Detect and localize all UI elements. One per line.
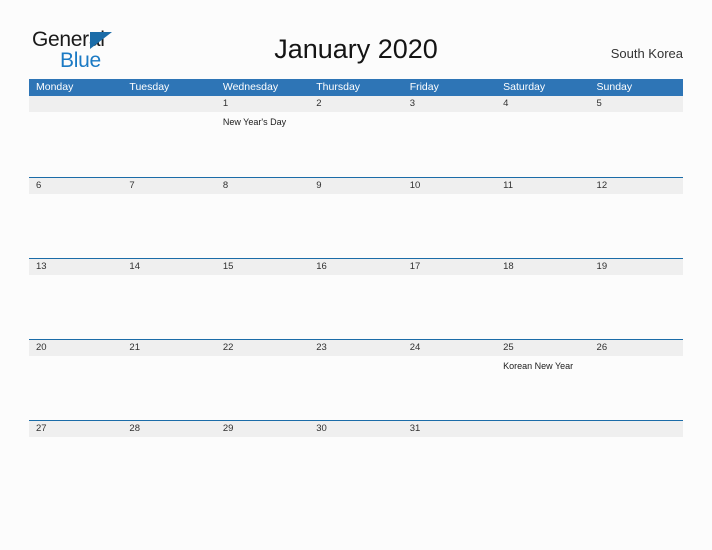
day-number[interactable]: 4: [496, 96, 589, 112]
day-number[interactable]: 30: [309, 421, 402, 437]
day-event-label: [122, 356, 215, 419]
week-event-cells: Korean New Year: [29, 356, 683, 419]
day-of-week-sunday: Sunday: [596, 81, 633, 93]
day-event-label: [590, 356, 683, 419]
week-event-cells: [29, 275, 683, 338]
day-event-label: [403, 437, 496, 500]
day-event-label: [122, 275, 215, 338]
day-event-label: [29, 437, 122, 500]
day-event-label: [590, 437, 683, 500]
day-event-label: [403, 275, 496, 338]
day-number[interactable]: 27: [29, 421, 122, 437]
week-date-numbers: 12345: [29, 96, 683, 112]
day-number[interactable]: 25: [496, 340, 589, 356]
calendar-week-row: 13 14 15 16 17 18 19: [29, 258, 683, 339]
day-event-label: [216, 275, 309, 338]
day-of-week-monday: Monday: [36, 81, 74, 93]
day-event-label: [590, 275, 683, 338]
calendar-week-row: 6 7 8 9 10 11 12: [29, 177, 683, 258]
day-number[interactable]: 7: [122, 178, 215, 194]
day-number[interactable]: 16: [309, 259, 402, 275]
day-number[interactable]: 5: [590, 96, 683, 112]
day-number[interactable]: 10: [403, 178, 496, 194]
day-of-week-thursday: Thursday: [316, 81, 361, 93]
day-event-label: [309, 112, 402, 175]
week-date-numbers: 27 28 29 30 31: [29, 421, 683, 437]
day-number[interactable]: 24: [403, 340, 496, 356]
week-event-cells: [29, 437, 683, 500]
day-number[interactable]: 2: [309, 96, 402, 112]
day-number[interactable]: [496, 421, 589, 437]
day-event-label: [29, 356, 122, 419]
calendar-weeks: 1 2 3 4 5 New Year's Day 6 7 8 9 10 11 12 13 14 15 16 17 1…: [29, 96, 683, 501]
day-event-label: [216, 356, 309, 419]
day-event-label: [496, 275, 589, 338]
day-number[interactable]: 29: [216, 421, 309, 437]
week-date-numbers: 6 7 8 9 10 11 12: [29, 178, 683, 194]
day-number[interactable]: 11: [496, 178, 589, 194]
page-title: January 2020: [274, 34, 438, 64]
calendar-week-row: 20 21 22 23 24 25 26 Korean New Year: [29, 339, 683, 420]
calendar-week-row: 1 2 3 4 5 New Year's Day: [29, 96, 683, 177]
day-of-week-wednesday: Wednesday: [222, 81, 279, 93]
day-number[interactable]: 21: [122, 340, 215, 356]
day-event-label: [403, 112, 496, 175]
day-event-label: [29, 194, 122, 257]
country-label: South Korea: [610, 46, 683, 61]
day-number[interactable]: 28: [122, 421, 215, 437]
day-number[interactable]: [122, 96, 215, 112]
day-event-label: [496, 437, 589, 500]
day-number[interactable]: 15: [216, 259, 309, 275]
day-number[interactable]: 1: [216, 96, 309, 112]
day-number[interactable]: 17: [403, 259, 496, 275]
day-number[interactable]: 9: [309, 178, 402, 194]
day-number[interactable]: 18: [496, 259, 589, 275]
day-event-label: [590, 194, 683, 257]
day-event-label: [122, 194, 215, 257]
week-date-numbers: 13 14 15 16 17 18 19: [29, 259, 683, 275]
day-event-label: [403, 356, 496, 419]
day-of-week-friday: Friday: [409, 81, 439, 93]
day-event-label: [122, 112, 215, 175]
day-number[interactable]: 14: [122, 259, 215, 275]
day-event-label: [309, 194, 402, 257]
day-number[interactable]: 6: [29, 178, 122, 194]
day-event-label: [29, 112, 122, 175]
calendar-week-row: 27 28 29 30 31: [29, 420, 683, 501]
day-of-week-tuesday: Tuesday: [129, 81, 170, 93]
week-event-cells: New Year's Day: [29, 112, 683, 175]
day-number[interactable]: 31: [403, 421, 496, 437]
day-event-label: [403, 194, 496, 257]
day-event-label: [496, 194, 589, 257]
day-event-label: [29, 275, 122, 338]
day-number[interactable]: [590, 421, 683, 437]
day-number[interactable]: 3: [403, 96, 496, 112]
day-event-label: [496, 112, 589, 175]
day-number[interactable]: 22: [216, 340, 309, 356]
day-event-label: [216, 437, 309, 500]
day-number[interactable]: [29, 96, 122, 112]
day-event-label: [309, 356, 402, 419]
day-of-week-header: Monday Tuesday Wednesday Thursday Friday Satu…: [29, 79, 683, 96]
day-event-label: New Year's Day: [222, 117, 287, 127]
day-number[interactable]: 12: [590, 178, 683, 194]
page-header: General Blue January 2020 South Korea: [0, 0, 712, 79]
day-event-label: Korean New Year: [503, 361, 574, 371]
week-date-numbers: 20 21 22 23 24 25 26: [29, 340, 683, 356]
week-event-cells: [29, 194, 683, 257]
day-number[interactable]: 13: [29, 259, 122, 275]
day-event-label: [309, 275, 402, 338]
day-event-label: [309, 437, 402, 500]
day-event-label: [590, 112, 683, 175]
day-number[interactable]: 26: [590, 340, 683, 356]
day-event-label: [216, 194, 309, 257]
day-of-week-saturday: Saturday: [503, 81, 546, 93]
day-number[interactable]: 8: [216, 178, 309, 194]
day-number[interactable]: 23: [309, 340, 402, 356]
day-number[interactable]: 19: [590, 259, 683, 275]
calendar-grid: Monday Tuesday Wednesday Thursday Friday Satu…: [29, 79, 683, 501]
day-number[interactable]: 20: [29, 340, 122, 356]
day-event-label: [122, 437, 215, 500]
